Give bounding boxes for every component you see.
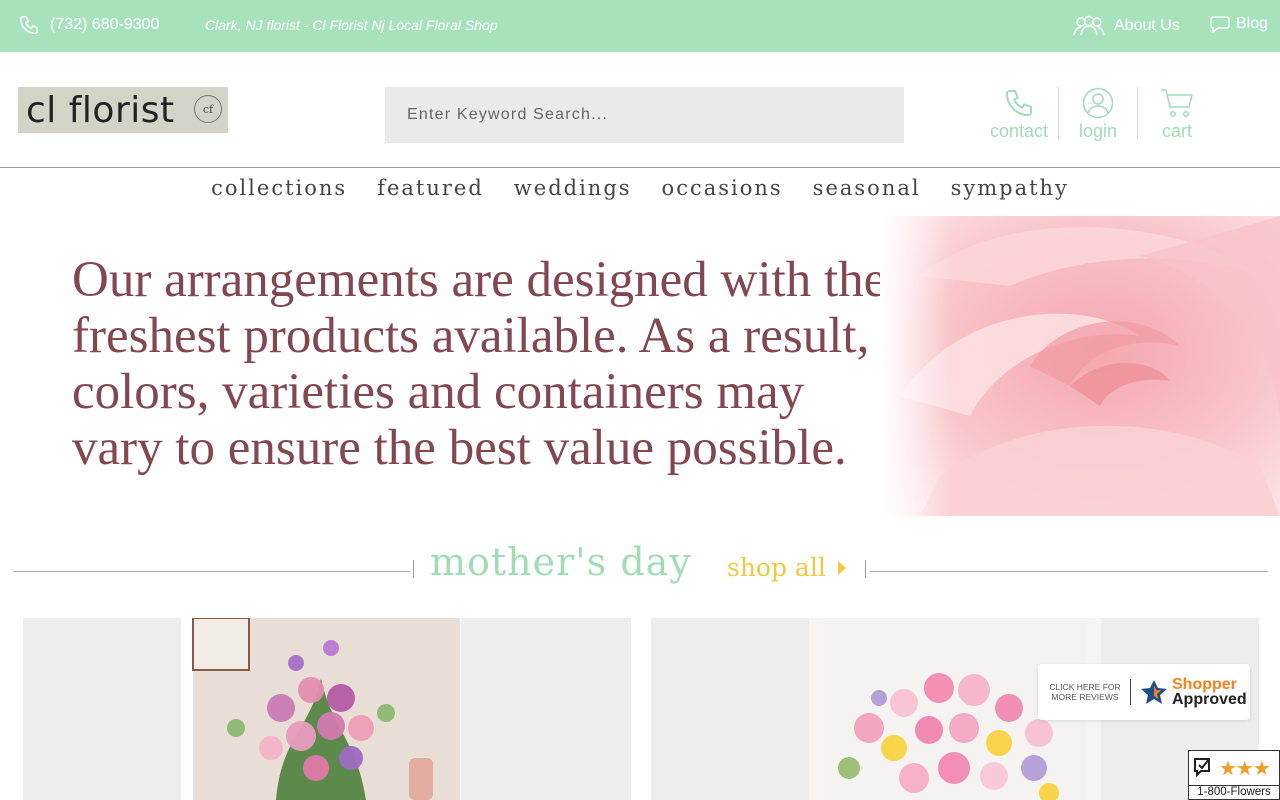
star-icon [1141,680,1167,704]
phone-icon [20,16,38,34]
phone-icon [1005,90,1032,117]
logo-badge: cf [194,95,222,123]
arrow-right-icon [837,560,846,575]
logo-text: cl florist [26,89,175,131]
nav-seasonal[interactable]: seasonal [798,176,936,200]
section-title: mother's day [430,540,692,584]
speech-bubble-icon [1210,16,1230,33]
rating-stars: ★★★ [1219,758,1271,780]
product-card[interactable] [23,618,631,800]
people-icon [1073,15,1105,36]
tagline: Clark, NJ florist - Cl Florist Nj Local … [205,17,498,33]
product-image[interactable] [181,618,461,800]
badge-divider [1130,679,1131,705]
checkmark-icon [1194,758,1210,778]
cart-button[interactable]: cart [1138,87,1216,143]
blog-label[interactable]: Blog [1236,15,1268,33]
shopper-word: Shopper [1172,676,1237,693]
user-icon [1082,87,1114,119]
section-rule-left [13,571,410,572]
blog-link[interactable]: Blog [1210,15,1268,33]
phone-number[interactable]: (732) 680-9300 [50,16,159,34]
shop-all-link[interactable]: shop all [727,553,846,582]
nav-featured[interactable]: featured [362,176,499,200]
hero-banner: Our arrangements are designed with the f… [0,216,1280,516]
shopper-approved-logo: Shopper Approved [1139,676,1247,708]
top-bar: (732) 680-9300 Clark, NJ florist - Cl Fl… [0,0,1280,52]
shop-all-label[interactable]: shop all [727,553,826,582]
nav-collections[interactable]: collections [196,176,362,200]
approved-word: Approved [1172,691,1247,708]
nav-occasions[interactable]: occasions [647,176,798,200]
search-input[interactable] [385,87,845,143]
rose-image [880,216,1280,516]
shopper-click-text: CLICK HERE FOR MORE REVIEWS [1049,682,1121,702]
main-nav: collections featured weddings occasions … [0,176,1280,200]
nav-weddings[interactable]: weddings [499,176,647,200]
search-bar [385,87,904,143]
header-actions: contact login cart [980,87,1216,143]
nav-sympathy[interactable]: sympathy [936,176,1084,200]
section-pipe-left [413,560,414,578]
section-pipe-right [865,560,866,578]
header-divider [0,167,1280,168]
about-us-link[interactable]: About Us [1072,15,1180,37]
reviews-label: 1-800-Flowers [1189,785,1279,798]
login-label: login [1078,121,1118,141]
contact-label: contact [989,121,1049,141]
cart-icon [1161,89,1193,117]
cart-label: cart [1161,121,1192,141]
about-us-label[interactable]: About Us [1114,17,1180,35]
login-button[interactable]: login [1059,87,1137,143]
contact-button[interactable]: contact [980,87,1058,143]
hero-text: Our arrangements are designed with the f… [72,252,887,476]
reviews-widget[interactable]: ★★★ 1-800-Flowers [1188,750,1280,800]
phone-link[interactable]: (732) 680-9300 [18,14,159,36]
site-logo[interactable]: cl florist cf [18,87,228,133]
shopper-approved-badge[interactable]: CLICK HERE FOR MORE REVIEWS Shopper Appr… [1038,664,1250,720]
section-rule-right [870,571,1268,572]
